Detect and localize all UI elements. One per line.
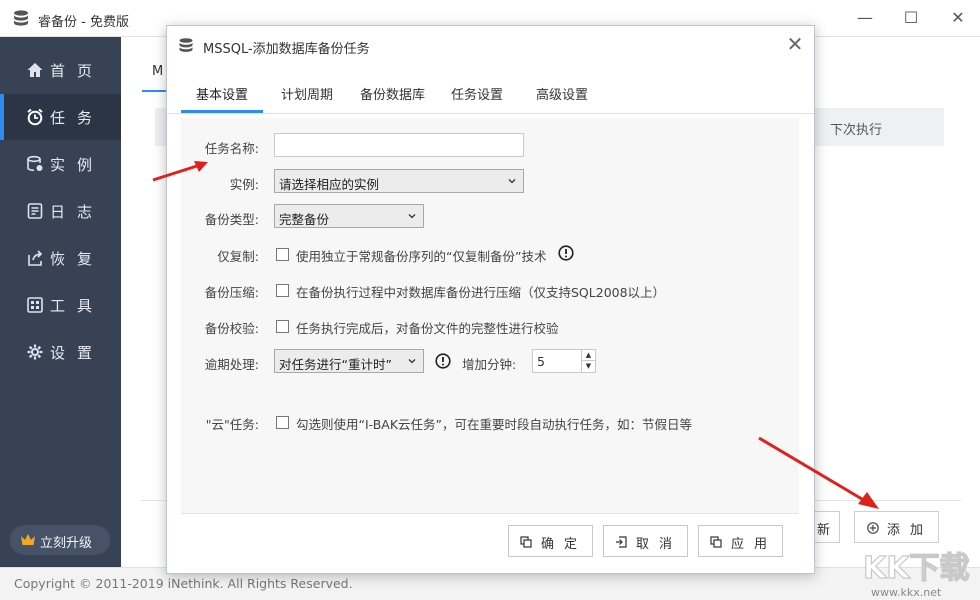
ok-button[interactable]: 确定 xyxy=(508,525,593,557)
tab-task-settings[interactable]: 任务设置 xyxy=(451,84,503,103)
copy-only-checkbox[interactable] xyxy=(276,248,289,261)
chevron-down-icon xyxy=(408,212,416,220)
background-tab[interactable]: M xyxy=(152,64,163,79)
home-icon xyxy=(26,61,44,79)
add-minutes-stepper[interactable]: 5 ▲ ▼ xyxy=(532,349,596,373)
tab-basic-settings[interactable]: 基本设置 xyxy=(196,84,248,103)
active-tab-indicator xyxy=(181,110,263,113)
sidebar-item-settings[interactable]: 设置 xyxy=(0,329,121,375)
compress-label: 备份压缩: xyxy=(181,282,259,301)
dialog-divider xyxy=(181,513,799,514)
sidebar: 首页 任务 实例 日志 恢复 工具 设置 立刻升级 xyxy=(0,37,121,567)
cloud-task-checkbox[interactable] xyxy=(276,416,289,429)
sidebar-item-tools[interactable]: 工具 xyxy=(0,282,121,328)
plus-circle-icon xyxy=(867,522,879,534)
svg-text:KK下载: KK下载 xyxy=(863,551,970,586)
overdue-select[interactable]: 对任务进行“重计时” xyxy=(274,349,424,373)
dialog-close-button[interactable]: ✕ xyxy=(783,33,807,57)
apply-button[interactable]: 应用 xyxy=(698,525,783,557)
warning-icon[interactable] xyxy=(558,245,574,261)
watermark-logo: KK下载 www.kkx.net xyxy=(857,544,979,600)
verify-label: 备份校验: xyxy=(181,318,259,337)
stepper-up-icon[interactable]: ▲ xyxy=(581,350,595,361)
compress-checkbox[interactable] xyxy=(276,284,289,297)
add-minutes-label: 增加分钟: xyxy=(462,354,516,373)
restore-icon xyxy=(26,249,44,267)
maximize-button[interactable]: ☐ xyxy=(898,6,924,30)
overdue-label: 逾期处理: xyxy=(181,354,259,373)
warning-icon[interactable] xyxy=(435,353,451,369)
backup-type-label: 备份类型: xyxy=(181,209,259,228)
tab-backup-database[interactable]: 备份数据库 xyxy=(360,84,425,103)
copy-only-description: 使用独立于常规备份序列的“仅复制备份”技术 xyxy=(296,246,546,265)
stepper-down-icon[interactable]: ▼ xyxy=(581,361,595,372)
sidebar-item-instances[interactable]: 实例 xyxy=(0,141,121,187)
cloud-task-description: 勾选则使用“I-BAK云任务”，可在重要时段自动执行任务，如：节假日等 xyxy=(296,414,692,433)
tab-advanced-settings[interactable]: 高级设置 xyxy=(536,84,588,103)
tab-schedule[interactable]: 计划周期 xyxy=(281,84,333,103)
basic-settings-form: 任务名称: 实例: 请选择相应的实例 备份类型: 完整备份 仅复制: 使用独立于… xyxy=(181,118,799,513)
tools-icon xyxy=(26,296,44,314)
chevron-down-icon xyxy=(508,177,516,185)
cancel-icon xyxy=(615,536,627,548)
database-logo-icon xyxy=(12,9,30,27)
verify-checkbox[interactable] xyxy=(276,320,289,333)
svg-text:www.kkx.net: www.kkx.net xyxy=(871,586,942,599)
dialog-header: MSSQL-添加数据库备份任务 ✕ xyxy=(167,26,814,64)
compress-description: 在备份执行过程中对数据库备份进行压缩（仅支持SQL2008以上） xyxy=(296,282,665,301)
instance-select[interactable]: 请选择相应的实例 xyxy=(274,169,524,193)
next-run-column-header: 下次执行 xyxy=(830,119,882,138)
verify-description: 任务执行完成后，对备份文件的完整性进行校验 xyxy=(296,318,559,337)
app-title: 睿备份 - 免费版 xyxy=(38,11,129,30)
task-name-input[interactable] xyxy=(274,133,524,157)
add-backup-task-dialog: MSSQL-添加数据库备份任务 ✕ 基本设置 计划周期 备份数据库 任务设置 高… xyxy=(166,25,815,574)
confirm-icon xyxy=(520,536,532,548)
database-icon xyxy=(26,155,44,173)
chevron-down-icon xyxy=(408,357,416,365)
task-name-label: 任务名称: xyxy=(181,138,259,157)
database-icon xyxy=(178,37,194,53)
cancel-button[interactable]: 取消 xyxy=(603,525,688,557)
apply-icon xyxy=(710,536,722,548)
sidebar-item-logs[interactable]: 日志 xyxy=(0,188,121,234)
upgrade-button[interactable]: 立刻升级 xyxy=(10,525,110,555)
sidebar-item-tasks[interactable]: 任务 xyxy=(0,94,121,140)
cloud-task-label: "云"任务: xyxy=(181,414,259,433)
dialog-tabs: 基本设置 计划周期 备份数据库 任务设置 高级设置 xyxy=(167,76,814,114)
sidebar-item-home[interactable]: 首页 xyxy=(0,47,121,93)
crown-icon xyxy=(20,533,36,546)
copy-only-label: 仅复制: xyxy=(181,246,259,265)
dialog-title: MSSQL-添加数据库备份任务 xyxy=(203,38,370,57)
minimize-button[interactable]: — xyxy=(852,6,878,30)
backup-type-select[interactable]: 完整备份 xyxy=(274,204,424,228)
close-window-button[interactable]: ✕ xyxy=(945,6,971,30)
log-icon xyxy=(26,202,44,220)
alarm-clock-icon xyxy=(26,108,44,126)
copyright-text: Copyright © 2011-2019 iNethink. All Righ… xyxy=(14,576,353,591)
instance-label: 实例: xyxy=(181,174,259,193)
gear-icon xyxy=(26,343,44,361)
sidebar-item-restore[interactable]: 恢复 xyxy=(0,235,121,281)
add-task-button[interactable]: 添加 xyxy=(854,511,939,543)
